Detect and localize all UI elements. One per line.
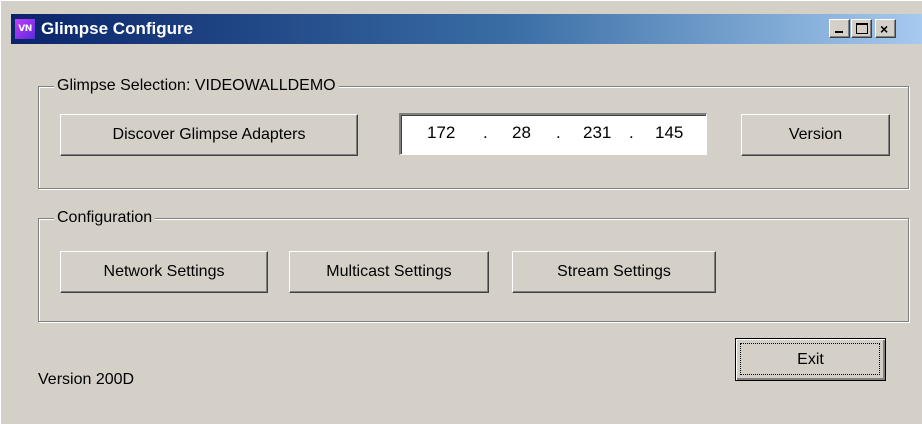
version-text: Version 200D: [38, 371, 135, 388]
close-button[interactable]: ×: [875, 19, 896, 38]
version-button[interactable]: Version: [741, 114, 890, 156]
glimpse-selection-label: Glimpse Selection: VIDEOWALLDEMO: [54, 77, 339, 95]
network-settings-label: Network Settings: [103, 263, 225, 280]
multicast-settings-label: Multicast Settings: [326, 263, 452, 280]
discover-adapters-button[interactable]: Discover Glimpse Adapters: [60, 114, 358, 156]
ip-octet-4[interactable]: 145: [655, 123, 683, 143]
title-bar[interactable]: VN Glimpse Configure ×: [11, 14, 922, 44]
ip-octet-2[interactable]: 28: [512, 123, 531, 143]
ip-octet-1[interactable]: 172: [427, 123, 455, 143]
ip-octet-3[interactable]: 231: [583, 123, 611, 143]
ip-dot-3: .: [629, 123, 634, 142]
app-icon: VN: [15, 19, 35, 39]
ip-dot-1: .: [483, 123, 488, 142]
version-button-label: Version: [788, 126, 843, 143]
stream-settings-button[interactable]: Stream Settings: [512, 251, 716, 293]
maximize-icon: [856, 23, 868, 34]
glimpse-configure-window: VN Glimpse Configure × Glimpse Selection…: [0, 0, 922, 424]
maximize-button[interactable]: [851, 19, 872, 38]
window-title: Glimpse Configure: [41, 19, 194, 38]
network-settings-button[interactable]: Network Settings: [60, 251, 268, 293]
stream-settings-label: Stream Settings: [557, 263, 671, 280]
multicast-settings-button[interactable]: Multicast Settings: [289, 251, 489, 293]
minimize-button[interactable]: [829, 19, 850, 38]
configuration-label: Configuration: [54, 209, 156, 227]
exit-button-label: Exit: [797, 350, 824, 368]
minimize-icon: [835, 31, 843, 33]
exit-button[interactable]: Exit: [735, 338, 886, 381]
ip-dot-2: .: [556, 123, 561, 142]
ip-address-field[interactable]: 172 . 28 . 231 . 145: [399, 113, 707, 155]
discover-adapters-label: Discover Glimpse Adapters: [112, 126, 306, 143]
close-icon: ×: [880, 21, 889, 37]
